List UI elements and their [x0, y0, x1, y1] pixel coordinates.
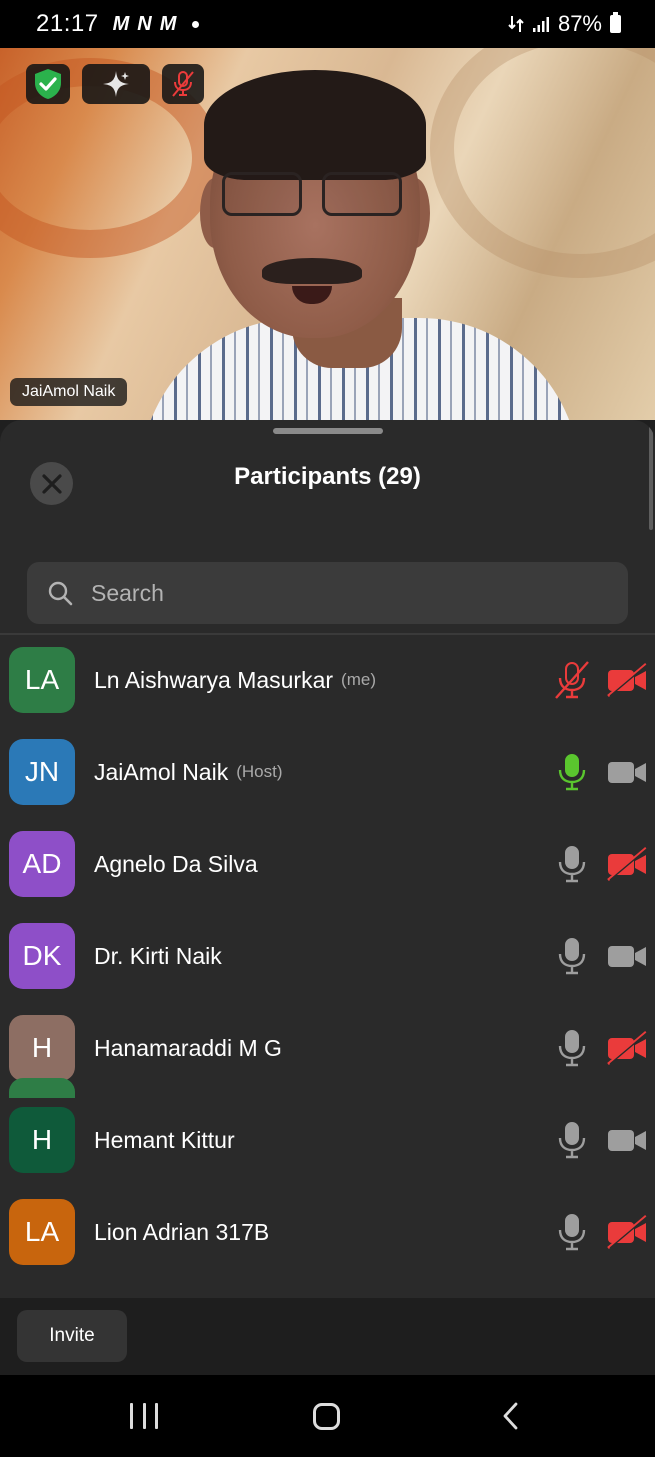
participants-title: Participants (29)	[234, 463, 421, 490]
video-badges	[26, 64, 204, 104]
participant-row[interactable]: LA Ln Aishwarya Masurkar (me)	[0, 634, 655, 726]
mic-muted-icon[interactable]	[554, 660, 590, 700]
participant-avatar: H	[9, 1015, 75, 1081]
invite-button[interactable]: Invite	[17, 1310, 127, 1362]
video-off-icon[interactable]	[606, 663, 649, 697]
microphone-icon[interactable]	[554, 1212, 590, 1252]
video-off-icon[interactable]	[606, 847, 649, 881]
participant-name-group: Ln Aishwarya Masurkar (me)	[94, 634, 376, 726]
speaker-mustache	[262, 258, 362, 284]
participant-avatar: DK	[9, 923, 75, 989]
participant-role: (me)	[341, 670, 376, 689]
shield-check-icon	[35, 69, 61, 99]
participant-name: JaiAmol Naik	[94, 758, 229, 785]
participant-name: Dr. Kirti Naik	[94, 942, 222, 969]
participant-name-group: Hanamaraddi M G	[94, 1002, 282, 1094]
participant-row[interactable]: DK Dr. Kirti Naik	[0, 910, 655, 1002]
notification-icons: M N M	[113, 13, 177, 36]
participant-row[interactable]: JN JaiAmol Naik (Host)	[0, 726, 655, 818]
search-icon	[48, 581, 73, 606]
microphone-icon[interactable]	[554, 1028, 590, 1068]
notification-icon: M	[112, 12, 130, 35]
microphone-icon[interactable]	[554, 844, 590, 884]
participant-role: (Host)	[236, 762, 283, 781]
back-icon[interactable]	[500, 1401, 522, 1431]
microphone-icon[interactable]	[554, 936, 590, 976]
participants-footer: Invite	[0, 1298, 655, 1375]
drag-handle[interactable]	[273, 428, 383, 434]
participant-name-group: JaiAmol Naik (Host)	[94, 726, 283, 818]
video-camera-icon[interactable]	[606, 939, 648, 973]
data-transfer-icon	[508, 16, 524, 32]
status-bar: 21:17 M N M 87%	[0, 0, 655, 48]
ai-companion-badge[interactable]	[82, 64, 150, 104]
signal-icon	[532, 17, 549, 32]
video-camera-icon[interactable]	[606, 1123, 648, 1157]
participant-row[interactable]: LA Lion Adrian 317B	[0, 1186, 655, 1278]
speaker-name-tag: JaiAmol Naik	[10, 378, 128, 406]
battery-icon	[610, 12, 621, 33]
video-off-icon[interactable]	[606, 1215, 649, 1249]
participant-avatar: LA	[9, 1199, 75, 1265]
search-input[interactable]	[91, 579, 571, 607]
participant-row[interactable]: AD Agnelo Da Silva	[0, 818, 655, 910]
zoom-meeting-screen: 21:17 M N M 87% JaiAmol Naik Participant…	[0, 0, 655, 1457]
participant-name: Hemant Kittur	[94, 1126, 235, 1153]
participant-list: LA Ln Aishwarya Masurkar (me) JN JaiAmol Nai…	[0, 634, 655, 1278]
encryption-badge[interactable]	[26, 64, 70, 104]
participant-avatar: H	[9, 1107, 75, 1173]
glasses-lens	[322, 172, 402, 216]
participant-name-group: Lion Adrian 317B	[94, 1186, 269, 1278]
search-field[interactable]	[27, 562, 628, 624]
participant-row[interactable]: H Hemant Kittur	[0, 1094, 655, 1186]
microphone-icon[interactable]	[554, 1120, 590, 1160]
participant-name-group: Agnelo Da Silva	[94, 818, 258, 910]
system-navigation-bar	[0, 1375, 655, 1457]
participants-sheet: Participants (29) LA Ln Aishwarya Masurka…	[0, 420, 655, 1375]
mic-muted-icon	[172, 71, 194, 97]
battery-percent: 87%	[557, 11, 602, 36]
participant-name: Ln Aishwarya Masurkar	[94, 666, 334, 693]
notification-dot-icon	[192, 20, 200, 28]
speaker-glasses	[222, 172, 402, 218]
participant-name: Agnelo Da Silva	[94, 850, 258, 877]
participant-name: Hanamaraddi M G	[94, 1034, 282, 1061]
notification-icon: M	[159, 12, 177, 35]
home-icon[interactable]	[313, 1403, 340, 1430]
participant-name-group: Hemant Kittur	[94, 1094, 235, 1186]
video-off-icon[interactable]	[606, 1031, 649, 1065]
speaker-hair	[204, 70, 426, 180]
notification-icon: N	[137, 12, 152, 35]
participant-name: Lion Adrian 317B	[94, 1218, 270, 1245]
participant-avatar: JN	[9, 739, 75, 805]
glasses-lens	[222, 172, 302, 216]
participant-row[interactable]: H Hanamaraddi M G	[0, 1002, 655, 1094]
self-mute-badge[interactable]	[162, 64, 204, 104]
microphone-icon[interactable]	[554, 752, 590, 792]
video-camera-icon[interactable]	[606, 755, 648, 789]
participant-avatar	[9, 1078, 75, 1098]
recent-apps-icon[interactable]	[130, 1403, 158, 1429]
status-time: 21:17	[36, 10, 99, 37]
participant-name-group: Dr. Kirti Naik	[94, 910, 222, 1002]
active-speaker-video[interactable]: JaiAmol Naik	[0, 48, 655, 420]
sparkle-icon	[103, 71, 129, 97]
participant-avatar: AD	[9, 831, 75, 897]
background-swirl	[430, 48, 655, 278]
participant-avatar: LA	[9, 647, 75, 713]
